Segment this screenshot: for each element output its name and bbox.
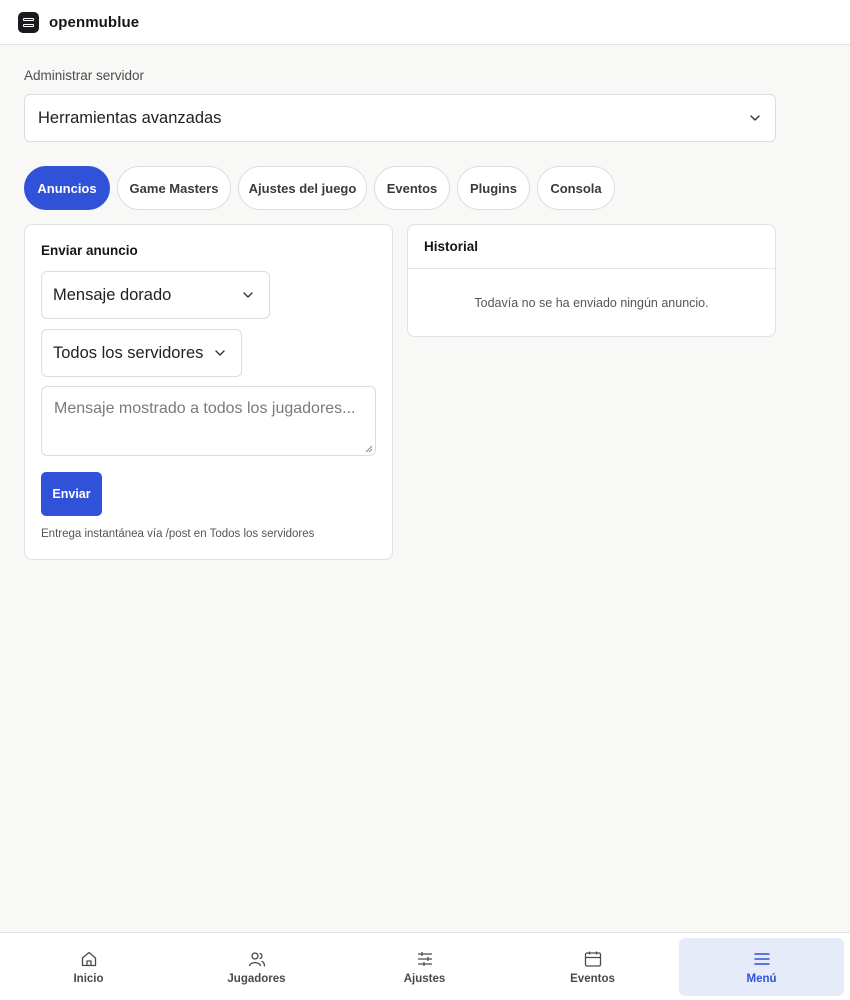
nav-item-eventos[interactable]: Eventos — [510, 938, 675, 996]
message-textarea[interactable]: Mensaje mostrado a todos los jugadores..… — [41, 386, 376, 456]
chevron-down-icon — [750, 115, 760, 121]
logo-icon — [18, 11, 39, 33]
tab-ajustes-del-juego[interactable]: Ajustes del juego — [238, 166, 367, 210]
message-placeholder: Mensaje mostrado a todos los jugadores..… — [54, 400, 356, 417]
send-announcement-title: Enviar anuncio — [41, 243, 138, 258]
nav-label-ajustes: Ajustes — [403, 973, 446, 985]
server-section-label: Administrar servidor — [24, 68, 145, 83]
top-bar: openmublue — [0, 0, 850, 45]
nav-label-jugadores: Jugadores — [227, 973, 286, 985]
target-server-value: Todos los servidores — [53, 343, 204, 362]
nav-label-menu: Menú — [746, 973, 777, 985]
chevron-down-icon — [243, 292, 253, 298]
home-icon — [81, 951, 96, 967]
history-empty-message: Todavía no se ha enviado ningún anuncio. — [474, 295, 709, 310]
history-title: Historial — [408, 225, 775, 269]
message-type-select[interactable]: Mensaje dorado — [41, 271, 270, 319]
message-type-value: Mensaje dorado — [53, 285, 172, 304]
tab-eventos[interactable]: Eventos — [374, 166, 450, 210]
chevron-down-icon — [215, 350, 225, 356]
history-card: Historial Todavía no se ha enviado ningú… — [407, 224, 776, 337]
tab-consola[interactable]: Consola — [537, 166, 615, 210]
send-announcement-card: Enviar anuncio Mensaje dorado Todos los … — [24, 224, 393, 560]
server-select[interactable]: Herramientas avanzadas — [24, 94, 776, 142]
delivery-hint: Entrega instantánea vía /post en Todos l… — [41, 528, 315, 540]
calendar-icon — [584, 951, 601, 967]
app-name: openmublue — [49, 13, 140, 31]
menu-icon — [753, 953, 770, 965]
target-server-select[interactable]: Todos los servidores — [41, 329, 242, 377]
tab-bar: Anuncios Game Masters Ajustes del juego … — [24, 166, 615, 210]
nav-item-menu[interactable]: Menú — [679, 938, 844, 996]
tab-plugins[interactable]: Plugins — [457, 166, 530, 210]
nav-item-ajustes[interactable]: Ajustes — [342, 938, 507, 996]
tab-anuncios[interactable]: Anuncios — [24, 166, 110, 210]
bottom-navigation: Inicio Jugadores Ajustes Eventos Menú — [0, 932, 850, 1000]
server-select-value: Herramientas avanzadas — [38, 108, 222, 127]
tab-game-masters[interactable]: Game Masters — [117, 166, 231, 210]
nav-item-jugadores[interactable]: Jugadores — [174, 938, 339, 996]
users-icon — [248, 952, 265, 967]
nav-label-inicio: Inicio — [73, 973, 104, 985]
nav-label-eventos: Eventos — [570, 973, 615, 985]
nav-item-inicio[interactable]: Inicio — [6, 938, 171, 996]
sliders-icon — [417, 952, 432, 966]
resize-handle-icon[interactable] — [365, 445, 373, 453]
send-button[interactable]: Enviar — [41, 472, 102, 516]
